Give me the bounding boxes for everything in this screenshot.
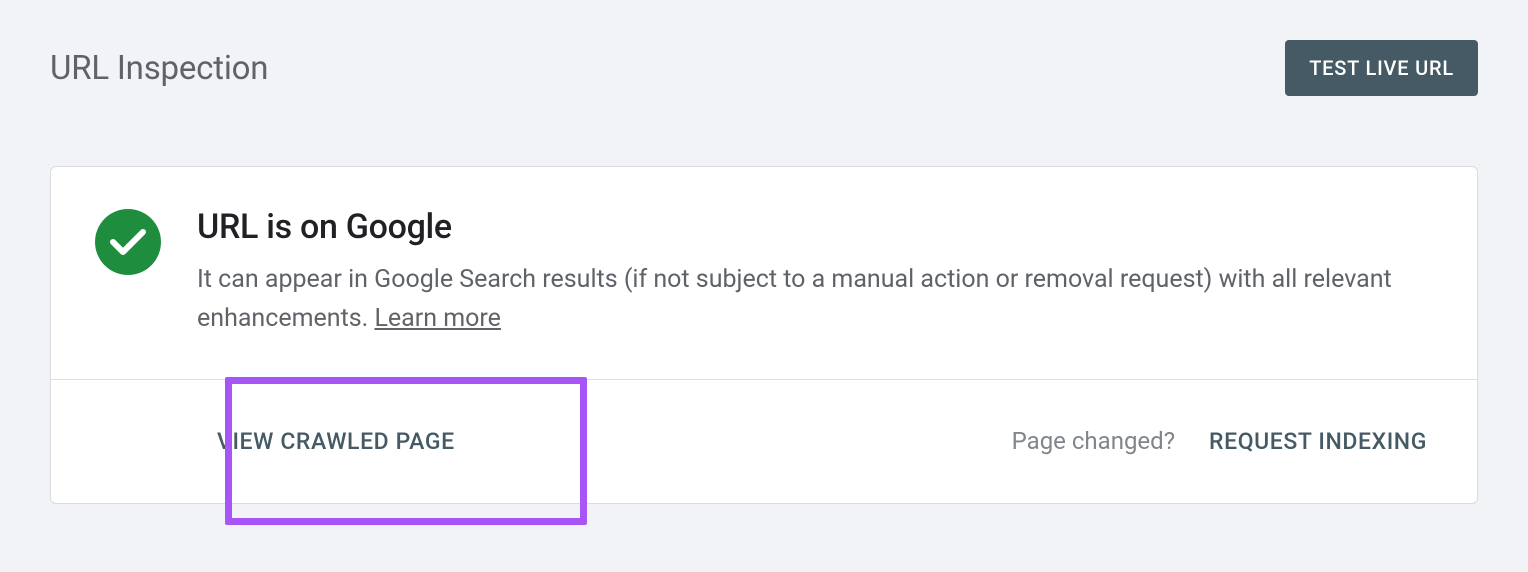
test-live-url-button[interactable]: TEST LIVE URL	[1285, 40, 1478, 96]
request-indexing-button[interactable]: REQUEST INDEXING	[1209, 428, 1427, 455]
check-circle-icon	[95, 209, 161, 275]
page-changed-label: Page changed?	[1012, 427, 1175, 455]
page-title: URL Inspection	[50, 49, 268, 88]
learn-more-link[interactable]: Learn more	[374, 304, 500, 333]
status-card: URL is on Google It can appear in Google…	[50, 166, 1478, 504]
status-description: It can appear in Google Search results (…	[197, 261, 1427, 339]
view-crawled-page-button[interactable]: VIEW CRAWLED PAGE	[195, 400, 477, 483]
status-title: URL is on Google	[197, 207, 1427, 247]
